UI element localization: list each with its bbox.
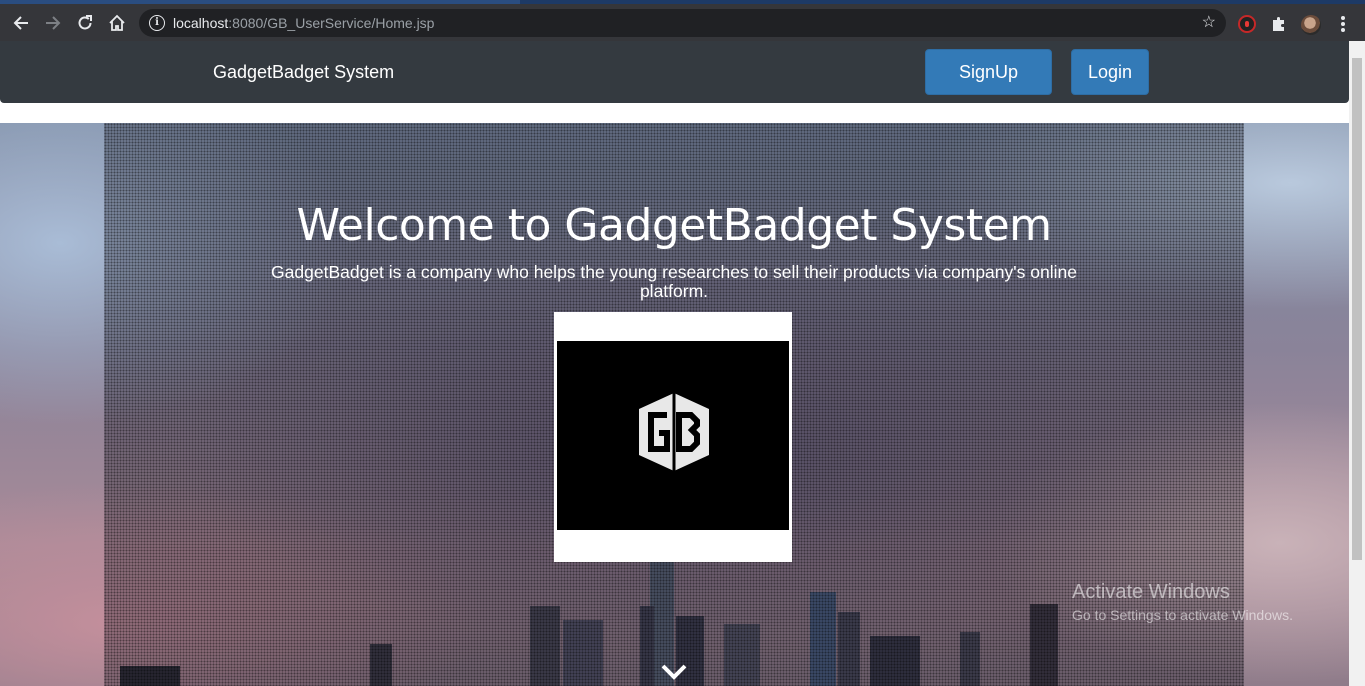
page-scrollbar[interactable]	[1349, 41, 1365, 686]
navbar-brand[interactable]: GadgetBadget System	[213, 61, 394, 83]
extension-shield-icon[interactable]	[1238, 15, 1256, 33]
login-button[interactable]: Login	[1071, 49, 1149, 95]
reload-icon[interactable]	[72, 10, 98, 36]
gb-logo-icon	[639, 393, 709, 471]
scroll-down-chevron-icon[interactable]	[660, 663, 688, 681]
watermark-title: Activate Windows	[1072, 581, 1230, 603]
url-text[interactable]: localhost:8080/GB_UserService/Home.jsp	[173, 14, 434, 32]
browser-toolbar: i localhost:8080/GB_UserService/Home.jsp…	[0, 4, 1365, 41]
url-path: :8080/GB_UserService/Home.jsp	[228, 15, 435, 31]
navbar: GadgetBadget System SignUp Login	[0, 41, 1349, 103]
bookmark-star-icon[interactable]: ☆	[1202, 14, 1216, 32]
hero-title: Welcome to GadgetBadget System	[296, 200, 1052, 251]
site-info-icon[interactable]: i	[149, 15, 165, 31]
url-host: localhost	[173, 15, 229, 31]
browser-menu-icon[interactable]	[1336, 14, 1350, 34]
extensions-puzzle-icon[interactable]	[1270, 15, 1288, 33]
back-icon[interactable]	[8, 10, 34, 36]
logo-image-frame	[554, 312, 792, 562]
forward-icon[interactable]	[40, 10, 66, 36]
watermark-subtitle: Go to Settings to activate Windows.	[1072, 607, 1293, 623]
home-icon[interactable]	[104, 10, 130, 36]
address-bar[interactable]: i localhost:8080/GB_UserService/Home.jsp…	[139, 9, 1226, 37]
logo-image	[557, 341, 789, 530]
activate-windows-watermark: Activate Windows Go to Settings to activ…	[1072, 580, 1293, 624]
scrollbar-thumb[interactable]	[1352, 58, 1362, 560]
hero-subtitle: GadgetBadget is a company who helps the …	[271, 262, 1077, 301]
signup-button[interactable]: SignUp	[925, 49, 1052, 95]
profile-avatar[interactable]	[1301, 15, 1321, 35]
